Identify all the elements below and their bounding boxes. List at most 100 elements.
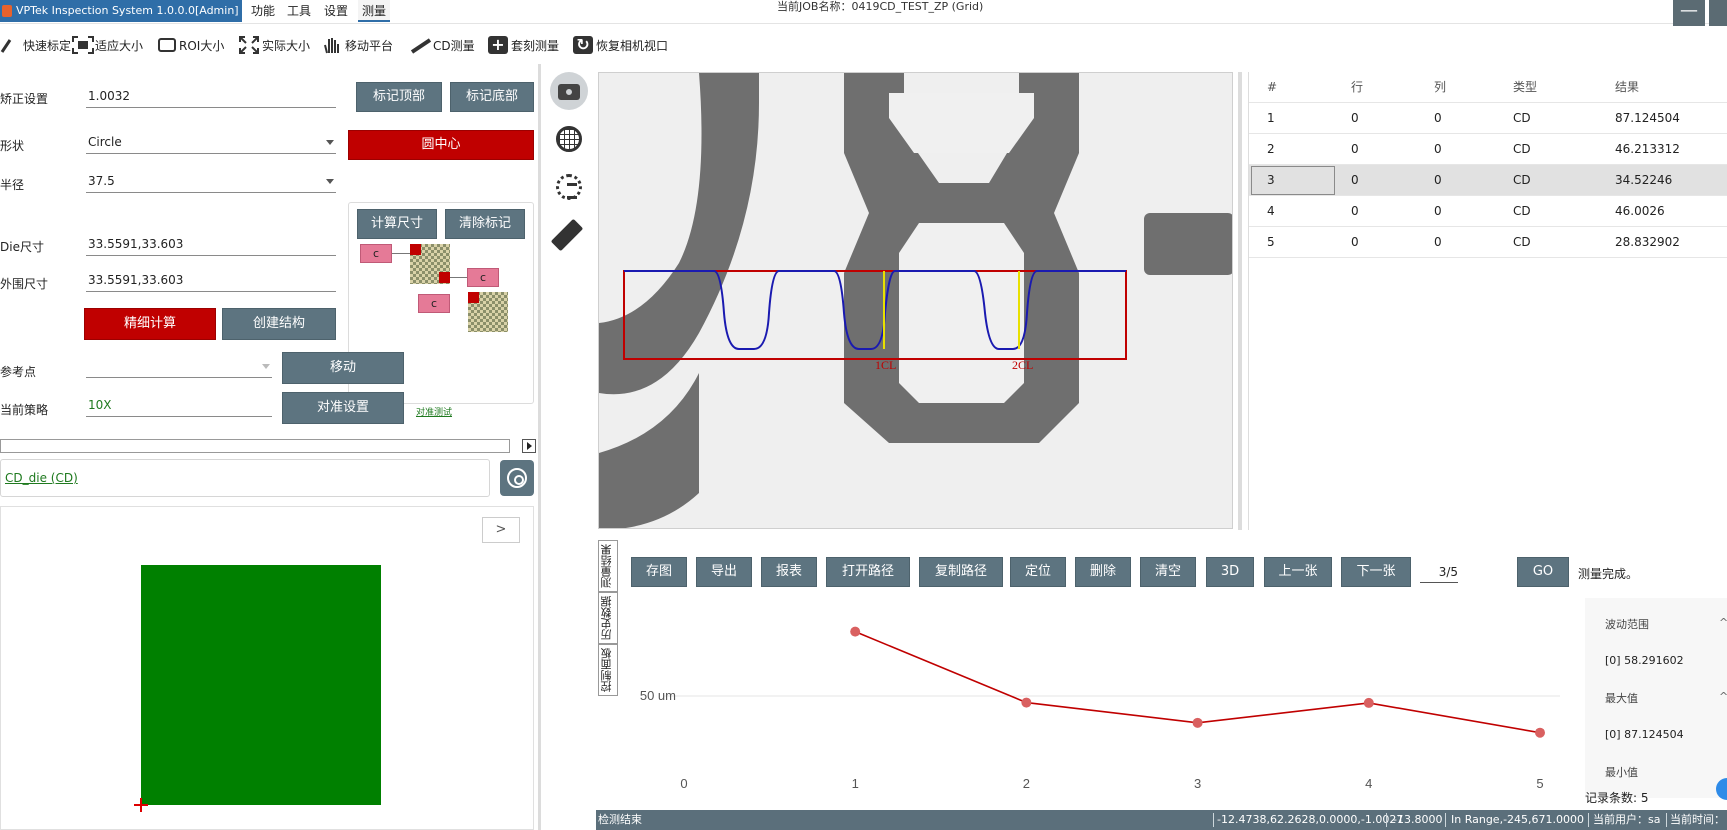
roi-size-tool[interactable]: ROI大小: [158, 34, 224, 56]
quick-calibrate-tool[interactable]: 快速标定: [0, 34, 71, 56]
create-structure-button[interactable]: 创建结构: [222, 308, 336, 340]
panel-splitter[interactable]: [1238, 72, 1242, 530]
shape-select[interactable]: Circle: [86, 132, 336, 154]
next-image-button[interactable]: 下一张: [1341, 557, 1411, 587]
app-logo-icon: [2, 5, 12, 17]
table-row[interactable]: 2 0 0 CD 46.213312: [1249, 134, 1727, 165]
measure-ruler-button[interactable]: [550, 216, 588, 254]
radius-label: 半径: [0, 178, 25, 192]
table-row[interactable]: 3 0 0 CD 34.52246: [1249, 165, 1727, 196]
connector-line: [448, 277, 467, 278]
overlay-measure-tool[interactable]: + 套刻测量: [488, 34, 559, 56]
results-line-chart: 50 um 0 1 2 3 4 5: [620, 598, 1578, 794]
data-point: [1021, 697, 1032, 708]
mark-tag-2[interactable]: c: [467, 268, 499, 287]
image-viewer[interactable]: 1CL 2CL: [598, 72, 1233, 529]
export-button[interactable]: 导出: [696, 557, 752, 587]
cd-measure-tool[interactable]: CD测量: [410, 34, 475, 56]
actual-size-tool[interactable]: 实际大小: [239, 34, 310, 56]
camera-button[interactable]: [550, 72, 588, 110]
next-button[interactable]: >: [482, 517, 520, 543]
prev-image-button[interactable]: 上一张: [1264, 557, 1332, 587]
calc-size-button[interactable]: 计算尺寸: [357, 209, 437, 239]
mark-anchor-2[interactable]: [439, 272, 450, 283]
correction-label: 矫正设置: [0, 92, 49, 106]
mark-top-button[interactable]: 标记顶部: [356, 82, 442, 112]
menu-function[interactable]: 功能: [251, 0, 275, 22]
mark-anchor-3[interactable]: [468, 292, 479, 303]
table-cell-idx: 2: [1267, 142, 1275, 156]
go-button[interactable]: GO: [1517, 557, 1569, 587]
mark-tag-1[interactable]: c: [360, 244, 392, 263]
col-header-type[interactable]: 类型: [1513, 72, 1537, 103]
list-button[interactable]: [550, 168, 588, 206]
view-3d-button[interactable]: 3D: [1206, 557, 1254, 587]
die-size-input[interactable]: 33.5591,33.603: [86, 234, 336, 256]
tab-control-panel[interactable]: 控制面板: [598, 644, 618, 696]
move-button[interactable]: 移动: [282, 352, 404, 384]
col-header-index[interactable]: #: [1267, 72, 1277, 103]
panel-splitter[interactable]: [538, 64, 541, 830]
x-tick-label: 2: [1023, 776, 1030, 791]
circle-center-button[interactable]: 圆中心: [348, 130, 534, 160]
gear-icon: [507, 468, 527, 488]
chevron-down-icon: [326, 179, 334, 184]
menu-settings[interactable]: 设置: [324, 0, 348, 22]
mark-anchor-1[interactable]: [410, 244, 421, 255]
data-point: [850, 626, 861, 637]
correction-input[interactable]: 1.0032: [86, 86, 336, 108]
strategy-select[interactable]: 10X: [86, 395, 272, 417]
data-point: [1192, 717, 1203, 728]
calibrate-icon: [0, 36, 20, 54]
delete-button[interactable]: 删除: [1075, 557, 1131, 587]
table-cell-type: CD: [1513, 111, 1531, 125]
col-header-result[interactable]: 结果: [1615, 72, 1639, 103]
minimize-button[interactable]: —: [1673, 0, 1705, 26]
outer-size-input[interactable]: 33.5591,33.603: [86, 270, 336, 292]
menu-tools[interactable]: 工具: [287, 0, 311, 22]
copy-path-button[interactable]: 复制路径: [919, 557, 1003, 587]
restore-camera-tool[interactable]: ↻ 恢复相机视口: [573, 34, 668, 56]
tab-measure-results[interactable]: 测量结果: [598, 540, 618, 592]
table-row[interactable]: 5 0 0 CD 28.832902: [1249, 227, 1727, 258]
data-point: [1363, 697, 1374, 708]
selected-cell: [1251, 166, 1335, 195]
page-indicator[interactable]: 3/5: [1420, 563, 1458, 583]
clear-marks-button[interactable]: 清除标记: [445, 209, 525, 239]
ruler-icon: [410, 36, 432, 54]
menu-measure[interactable]: 测量: [358, 0, 391, 22]
horizontal-scrollbar[interactable]: [0, 439, 510, 453]
x-tick-label: 4: [1365, 776, 1372, 791]
radius-select[interactable]: 37.5: [86, 171, 336, 193]
move-stage-tool[interactable]: 移动平台: [322, 34, 393, 56]
chevron-up-icon[interactable]: ^: [1719, 690, 1727, 703]
chevron-up-icon[interactable]: ^: [1719, 616, 1727, 629]
align-settings-button[interactable]: 对准设置: [282, 392, 404, 424]
die-link[interactable]: CD_die (CD): [5, 471, 78, 485]
open-path-button[interactable]: 打开路径: [826, 557, 910, 587]
table-row[interactable]: 4 0 0 CD 46.0026: [1249, 196, 1727, 227]
fine-calc-button[interactable]: 精细计算: [84, 308, 216, 340]
scroll-right-arrow-icon[interactable]: [522, 439, 536, 453]
tab-history[interactable]: 历史数据: [598, 592, 618, 644]
plus-icon: +: [488, 36, 508, 54]
col-header-row[interactable]: 行: [1351, 72, 1363, 103]
table-cell-col: 0: [1434, 111, 1442, 125]
fit-size-tool[interactable]: 适应大小: [72, 34, 143, 56]
align-test-link[interactable]: 对准测试: [416, 405, 452, 418]
ref-point-select[interactable]: [86, 356, 272, 378]
measure-status-text: 测量完成。: [1578, 567, 1639, 581]
settings-gear-button[interactable]: [500, 460, 534, 496]
grid-button[interactable]: [550, 120, 588, 158]
mark-tag-3[interactable]: c: [418, 294, 450, 313]
mark-bottom-button[interactable]: 标记底部: [450, 82, 534, 112]
report-button[interactable]: 报表: [761, 557, 817, 587]
col-header-col[interactable]: 列: [1434, 72, 1446, 103]
clear-button[interactable]: 清空: [1140, 557, 1196, 587]
table-row[interactable]: 1 0 0 CD 87.124504: [1249, 103, 1727, 134]
close-button[interactable]: [1709, 0, 1727, 26]
save-image-button[interactable]: 存图: [631, 557, 687, 587]
locate-button[interactable]: 定位: [1010, 557, 1066, 587]
table-cell-result: 28.832902: [1615, 235, 1680, 249]
marker-1cl: 1CL: [875, 358, 896, 372]
